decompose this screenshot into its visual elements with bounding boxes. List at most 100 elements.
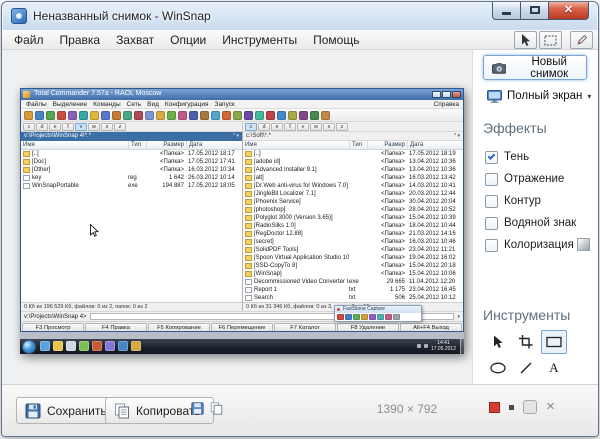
captured-taskbar: 14:41 17.05.2012 [20,339,464,354]
menu-item[interactable]: Файл [6,30,52,50]
copy-icon [114,403,130,419]
tc-toolbar-icon [79,111,88,120]
effect-label: Отражение [504,173,564,185]
crop-tool-button[interactable] [513,330,539,354]
clear-style-icon[interactable]: ✕ [546,400,555,414]
tc-toolbar-icon [288,111,297,120]
new-snapshot-button[interactable]: Новый снимок [483,55,587,80]
tc-file-row: Report 1 txt 1 175 23.04.2012 16:45 [243,286,463,294]
file-icon [245,175,252,181]
checkbox[interactable] [485,151,498,164]
captured-cursor-icon [90,224,99,237]
tc-toolbar-icon [178,111,187,120]
effect-checkbox-row[interactable]: Контур [485,190,594,212]
tc-drive-button: w [88,123,100,131]
capture-mode-dropdown[interactable]: Полный экран ▾ [487,87,591,105]
file-icon [245,167,252,173]
tc-toolbar-icon [57,111,66,120]
tc-file-row: [Polyglot 3000 (Version 3.65)] <Папка> 1… [243,214,463,222]
screenshot-preview[interactable]: Total Commander 7.57a - RAOL Moscow Файл… [20,88,464,354]
window-title: Неназванный снимок - WinSnap [33,9,211,23]
arrow-tool-button[interactable] [485,330,511,354]
menu-item[interactable]: Инструменты [214,30,305,50]
tc-left-panel: v:\Projects\WinSnap 4\*.* * ▾ Имя Тип Ра… [21,132,242,311]
tc-file-row: [..] <Папка> 17.05.2012 18:19 [243,150,463,158]
selection-tool-button[interactable] [539,31,562,49]
save-small-icon[interactable] [191,402,204,415]
tc-drive-button: x [101,123,113,131]
tc-toolbar-icon [112,111,121,120]
menu-item[interactable]: Опции [162,30,214,50]
maximize-button[interactable] [520,2,549,20]
edit-tool-button[interactable] [570,31,593,49]
faststone-tool-icon [337,314,344,320]
tc-window-controls [432,91,461,98]
menu-item[interactable]: Правка [52,30,109,50]
titlebar[interactable]: Неназванный снимок - WinSnap ✕ [2,2,598,30]
tc-function-key-button: F4 Правка [85,323,147,332]
effect-label: Водяной знак [504,217,576,229]
effect-checkbox-row[interactable]: Отражение [485,168,594,190]
taskbar-app-icon [40,341,50,351]
ellipse-tool-button[interactable] [485,356,511,380]
tc-toolbar-icon [134,111,143,120]
taskbar-app-icon [105,341,115,351]
checkbox[interactable] [485,173,498,186]
rectangle-tool-button[interactable] [541,330,567,354]
checkbox[interactable] [485,239,498,252]
file-icon [23,183,30,189]
file-icon [245,239,252,245]
faststone-tool-icon [385,314,392,320]
line-tool-button[interactable] [513,356,539,380]
effect-label: Тень [504,151,529,163]
effect-label: Колоризация [504,239,574,251]
cursor-tool-button[interactable] [514,31,537,49]
close-button[interactable]: ✕ [548,2,589,20]
captured-total-commander-window: Total Commander 7.57a - RAOL Moscow Файл… [20,88,464,332]
menu-item[interactable]: Захват [108,30,162,50]
tc-file-row: [secret] <Папка> 16.03.2012 10:46 [243,238,463,246]
copy-small-icon[interactable] [210,402,223,415]
tc-maximize-icon [442,91,451,98]
color-swatch[interactable] [489,402,500,413]
sidebar: Новый снимок Полный экран ▾ Эффекты Тень [472,50,598,384]
winsnap-window: Неназванный снимок - WinSnap ✕ ФайлПравк… [1,1,599,437]
tc-function-key-button: F7 Каталог [274,323,336,332]
show-desktop-button [460,339,464,354]
text-tool-button[interactable]: A [541,356,567,380]
chevron-down-icon: ▾ [587,92,591,101]
tc-file-row: Decommissioned Video Converter Ultimate(… [243,278,463,286]
faststone-tool-icon [361,314,368,320]
menu-item[interactable]: Помощь [305,30,367,50]
taskbar-app-icon [92,341,102,351]
checkbox[interactable] [485,195,498,208]
file-icon [245,231,252,237]
minimize-button[interactable] [492,2,521,20]
tc-command-history-icon: ▾ [457,314,460,320]
tc-toolbar-icon [233,111,242,120]
checkbox[interactable] [485,217,498,230]
file-icon [23,159,30,165]
tc-left-status: 0 Кб из 196 529 Кб, файлов: 0 из 2, папо… [21,302,242,311]
file-icon [23,175,30,181]
tc-menu-item: Запуск [212,100,238,108]
tc-titlebar: Total Commander 7.57a - RAOL Moscow [21,89,463,100]
effect-checkbox-row[interactable]: Тень [485,146,594,168]
tc-drive-button: e [271,123,283,131]
colorization-preview-icon[interactable] [577,238,590,251]
faststone-titlebar: FastStone Capture [335,306,421,313]
faststone-tool-icon [353,314,360,320]
shape-style-swatch[interactable] [523,400,537,414]
file-icon [245,271,252,277]
titlebar-tool-buttons [512,31,593,49]
effect-checkbox-row[interactable]: Водяной знак [485,212,594,234]
taskbar-app-icon [131,341,141,351]
tc-right-file-list: [..] <Папка> 17.05.2012 18:19 [adobe id] [243,150,463,302]
editor-canvas[interactable]: Total Commander 7.57a - RAOL Moscow Файл… [2,50,472,384]
tc-toolbar-icon [46,111,55,120]
file-icon [23,167,30,173]
tc-file-panels: v:\Projects\WinSnap 4\*.* * ▾ Имя Тип Ра… [21,132,463,311]
file-icon [245,295,252,301]
line-width-dot[interactable] [509,405,514,410]
tc-toolbar-icon [222,111,231,120]
